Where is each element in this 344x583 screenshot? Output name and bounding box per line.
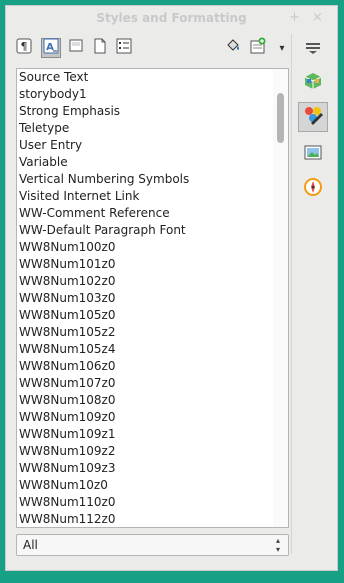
character-styles-button[interactable]: A <box>41 38 61 58</box>
style-list-item[interactable]: WW8Num107z0 <box>17 375 272 392</box>
sidebar-gallery-button[interactable] <box>298 140 328 170</box>
style-list-item[interactable]: WW8Num108z0 <box>17 392 272 409</box>
style-list-item[interactable]: WW8Num109z2 <box>17 443 272 460</box>
style-list-item[interactable]: WW8Num105z0 <box>17 307 272 324</box>
style-list-item[interactable]: WW8Num109z1 <box>17 426 272 443</box>
paint-bucket-icon <box>225 38 243 58</box>
page-styles-icon <box>92 38 108 58</box>
styles-and-formatting-panel: Styles and Formatting + × ¶ A ▾ Source T… <box>5 5 338 571</box>
style-list-item[interactable]: WW-Default Paragraph Font <box>17 222 272 239</box>
sidebar-menu-icon <box>305 40 321 59</box>
sidebar-styles-button[interactable] <box>298 102 328 132</box>
new-style-icon <box>249 37 267 59</box>
style-list-item[interactable]: WW8Num105z4 <box>17 341 272 358</box>
sidebar-navigator-button[interactable] <box>298 174 328 204</box>
styles-list[interactable]: Source Text storybody1 Strong Emphasis Tele… <box>16 68 289 528</box>
svg-text:¶: ¶ <box>21 40 28 53</box>
style-list-item[interactable]: WW8Num102z0 <box>17 273 272 290</box>
styles-actions-menu-arrow[interactable]: ▾ <box>272 38 292 58</box>
titlebar: Styles and Formatting + × <box>6 6 337 30</box>
sidebar-properties-button[interactable] <box>298 68 328 98</box>
style-list-item[interactable]: WW8Num109z3 <box>17 460 272 477</box>
character-styles-icon: A <box>43 38 59 58</box>
style-list-item[interactable]: Variable <box>17 154 272 171</box>
style-list-item[interactable]: WW8Num106z0 <box>17 358 272 375</box>
paragraph-styles-button[interactable]: ¶ <box>14 38 34 58</box>
style-list-item[interactable]: Vertical Numbering Symbols <box>17 171 272 188</box>
style-list-item[interactable]: storybody1 <box>17 86 272 103</box>
svg-text:A: A <box>46 42 54 53</box>
styles-list-items: Source Text storybody1 Strong Emphasis Tele… <box>17 69 272 527</box>
page-styles-button[interactable] <box>90 38 110 58</box>
style-list-item[interactable]: WW8Num110z0 <box>17 494 272 511</box>
style-list-item[interactable]: Visited Internet Link <box>17 188 272 205</box>
window-title: Styles and Formatting <box>96 11 247 25</box>
spin-arrows-icon: ▴ ▾ <box>275 536 280 554</box>
sidebar-divider <box>291 34 292 554</box>
list-scrollbar[interactable] <box>273 69 288 527</box>
properties-icon <box>302 70 324 96</box>
frame-styles-button[interactable] <box>66 38 86 58</box>
new-style-button[interactable] <box>248 37 268 59</box>
navigator-icon <box>302 176 324 202</box>
frame-styles-icon <box>68 38 84 58</box>
styles-icon <box>301 103 325 131</box>
style-filter-select[interactable]: All ▴ ▾ <box>16 534 289 556</box>
list-styles-icon <box>116 38 132 58</box>
style-list-item[interactable]: WW8Num10z0 <box>17 477 272 494</box>
style-category-toolbar: ¶ A ▾ <box>6 34 296 62</box>
gallery-icon <box>302 142 324 168</box>
style-list-item[interactable]: WW8Num103z0 <box>17 290 272 307</box>
style-list-item[interactable]: Teletype <box>17 120 272 137</box>
style-list-item[interactable]: WW8Num109z0 <box>17 409 272 426</box>
list-styles-button[interactable] <box>114 38 134 58</box>
style-list-item[interactable]: WW8Num105z2 <box>17 324 272 341</box>
style-list-item[interactable]: WW8Num100z0 <box>17 239 272 256</box>
fill-format-mode-button[interactable] <box>224 38 244 58</box>
paragraph-styles-icon: ¶ <box>16 38 32 58</box>
style-list-item[interactable]: WW8Num101z0 <box>17 256 272 273</box>
style-list-item[interactable]: Strong Emphasis <box>17 103 272 120</box>
sidebar-menu-button[interactable] <box>298 34 328 64</box>
style-list-item[interactable]: Source Text <box>17 69 272 86</box>
style-list-item[interactable]: WW-Comment Reference <box>17 205 272 222</box>
pin-button[interactable]: + <box>289 10 300 25</box>
style-filter-value: All <box>23 538 38 552</box>
list-scrollbar-thumb[interactable] <box>277 93 284 143</box>
close-button[interactable]: × <box>312 10 323 25</box>
style-list-item[interactable]: WW8Num112z0 <box>17 511 272 527</box>
style-list-item[interactable]: User Entry <box>17 137 272 154</box>
